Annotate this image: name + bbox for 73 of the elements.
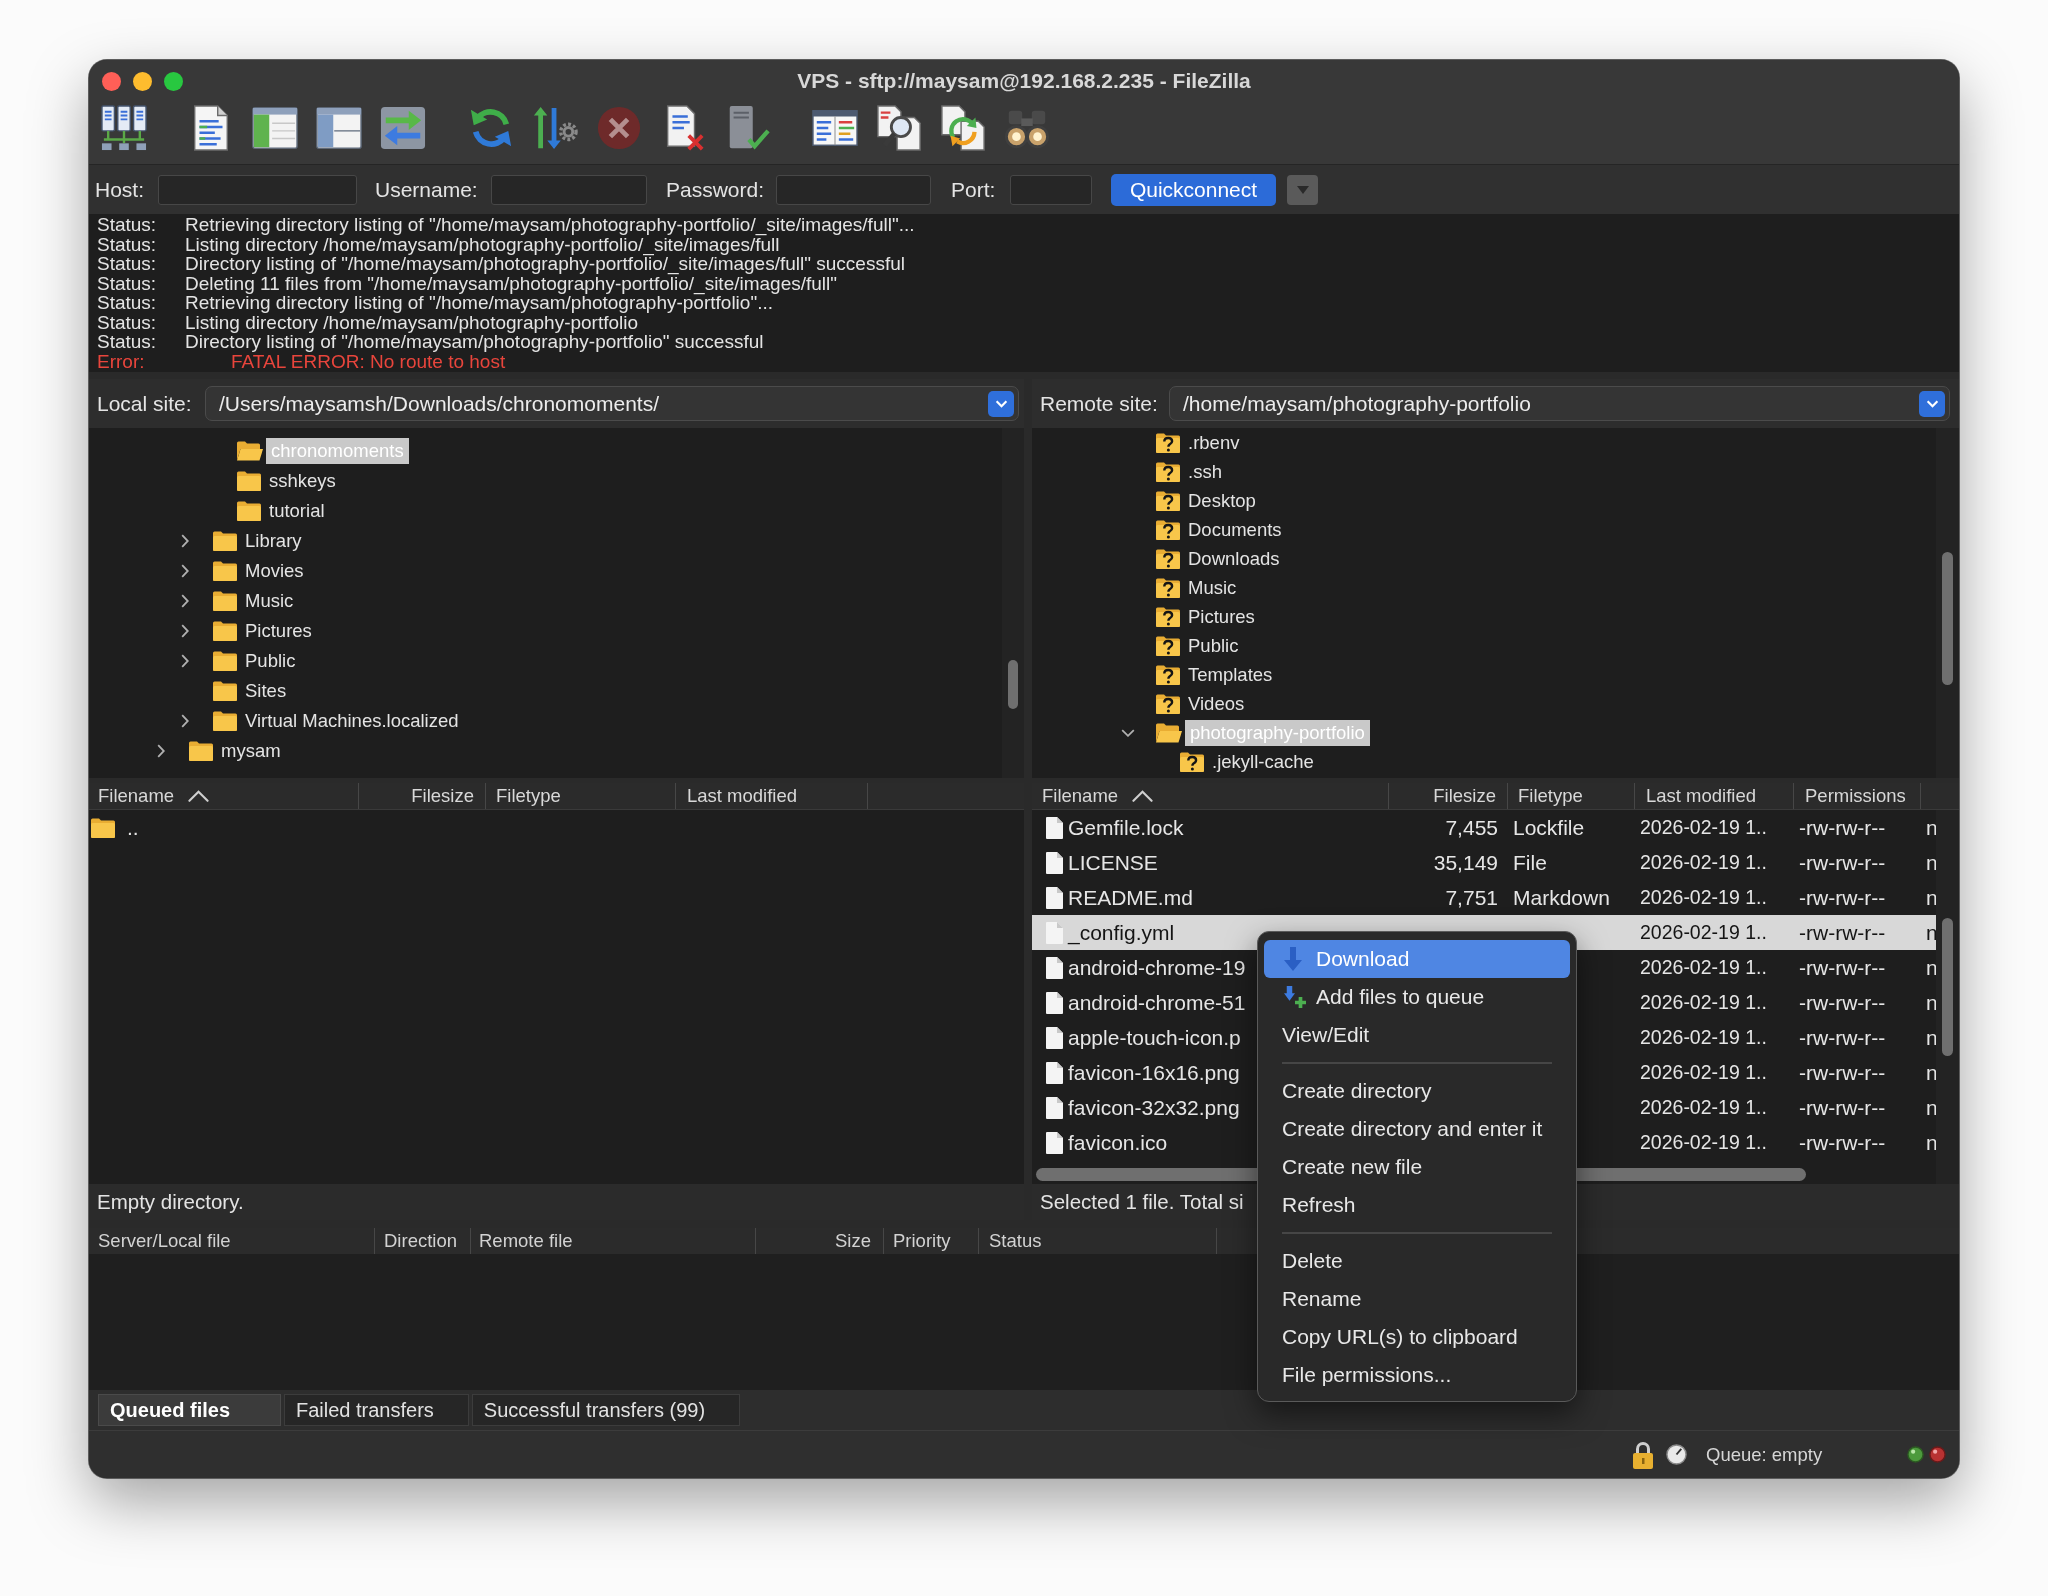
field-label: Host: [95,176,145,203]
permissions-text: -rw-rw-r-- [1799,1094,1886,1121]
permissions-text: -rw-rw-r-- [1799,849,1886,876]
table-cell-text: n [1926,884,1938,911]
modified-date: 2026-02-19 1.. [1640,1094,1767,1120]
table-cell-text: n [1926,1094,1938,1121]
log-message: Retrieving directory listing of "/home/maysam/photography-portfolio/_site/images/full"... [185,215,915,235]
modified-date: 2026-02-19 1.. [1640,849,1767,875]
file-size: 35,149 [1433,849,1498,876]
file-name: _config.yml [1068,919,1175,947]
status-text: Selected 1 file. Total si [1040,1188,1244,1215]
file-name: favicon-16x16.png [1068,1059,1240,1086]
file-name: Gemfile.lock [1068,814,1184,841]
file-name: README.md [1068,884,1193,911]
file-name: .. [127,814,139,841]
permissions-text: -rw-rw-r-- [1799,884,1886,911]
log-message: Deleting 11 files from "/home/maysam/photography-portfolio/_site/images/full" [185,273,838,293]
table-cell-text: n [1926,814,1938,841]
file-name: apple-touch-icon.p [1068,1024,1241,1051]
file-name: android-chrome-19 [1068,954,1246,981]
log-label: Status: [97,293,158,313]
file-name: favicon-32x32.png [1068,1094,1240,1121]
log-label: Status: [97,312,158,332]
modified-date: 2026-02-19 1.. [1640,814,1767,840]
table-cell-text: n [1926,1059,1938,1086]
status-text: Empty directory. [97,1188,244,1215]
file-type: File [1513,849,1547,876]
file-name: android-chrome-51 [1068,989,1246,1016]
file-type: Markdown [1513,884,1610,911]
permissions-text: -rw-rw-r-- [1799,989,1886,1016]
site-label: Remote site: [1040,390,1159,417]
modified-date: 2026-02-19 1.. [1640,1129,1767,1155]
log-message: Directory listing of "/home/maysam/photography-portfolio" successful [185,332,764,352]
file-type: Lockfile [1513,814,1585,841]
file-size: 7,455 [1445,814,1498,841]
modified-date: 2026-02-19 1.. [1640,954,1767,980]
window-title: VPS - sftp://maysam@192.168.2.235 - FileZilla [797,68,1251,95]
log-label: Status: [97,332,158,352]
site-label: Local site: [97,390,193,417]
table-cell-text: n [1926,1129,1938,1156]
modified-date: 2026-02-19 1.. [1640,884,1767,910]
table-cell-text: n [1926,1024,1938,1051]
field-label: Port: [951,176,997,203]
log-message: Listing directory /home/maysam/photography-portfolio/_site/images/full [185,234,780,254]
log-message: Listing directory /home/maysam/photography-portfolio [185,312,639,332]
file-size: 7,751 [1445,884,1498,911]
modified-date: 2026-02-19 1.. [1640,989,1767,1015]
file-name: LICENSE [1068,849,1158,876]
log-label: Status: [97,254,158,274]
log-message: Retrieving directory listing of "/home/maysam/photography-portfolio"... [185,293,773,313]
permissions-text: -rw-rw-r-- [1799,954,1886,981]
field-label: Username: [375,176,479,203]
file-name: favicon.ico [1068,1129,1168,1156]
log-label: Status: [97,273,158,293]
log-label: Status: [97,215,158,235]
permissions-text: -rw-rw-r-- [1799,814,1886,841]
log-label: Error: [97,351,146,371]
log-message: FATAL ERROR: No route to host [231,351,506,371]
field-label: Password: [666,176,766,203]
permissions-text: -rw-rw-r-- [1799,1024,1886,1051]
modified-date: 2026-02-19 1.. [1640,1059,1767,1085]
permissions-text: -rw-rw-r-- [1799,1129,1886,1156]
table-cell-text: n [1926,919,1938,946]
modified-date: 2026-02-19 1.. [1640,919,1767,945]
permissions-text: -rw-rw-r-- [1799,919,1886,946]
table-cell-text: n [1926,989,1938,1016]
table-cell-text: n [1926,849,1938,876]
table-cell-text: n [1926,954,1938,981]
modified-date: 2026-02-19 1.. [1640,1024,1767,1050]
log-message: Directory listing of "/home/maysam/photography-portfolio/_site/images/full" successful [185,254,905,274]
queue-status: Queue: empty [1706,1442,1824,1467]
log-label: Status: [97,234,158,254]
permissions-text: -rw-rw-r-- [1799,1059,1886,1086]
